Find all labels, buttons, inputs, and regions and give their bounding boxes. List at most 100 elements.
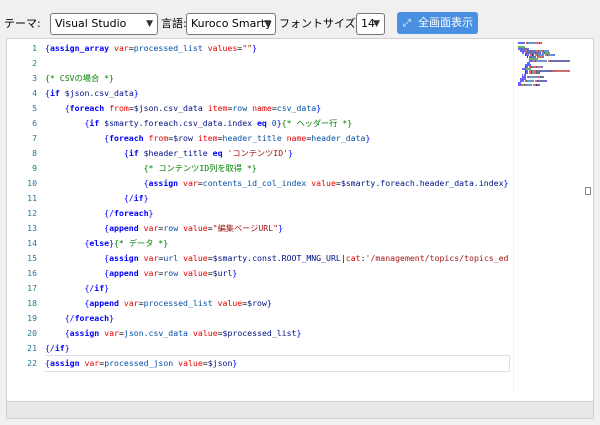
code-token: assign_array	[49, 43, 110, 53]
code-token: values	[207, 43, 238, 53]
code-token: $smarty.foreach.csv_data.index	[104, 118, 253, 128]
code-line[interactable]: {if $header_title eq 'コンテンツID'}	[45, 146, 509, 161]
minimap-token	[538, 72, 540, 74]
code-token: processed_json	[104, 358, 174, 368]
line-number: 3	[32, 73, 37, 83]
code-token: $processed_list	[222, 328, 297, 338]
line-number: 2	[32, 58, 37, 68]
code-token: }	[133, 88, 139, 98]
code-line[interactable]: {append var=row value=$url}	[45, 266, 509, 281]
line-number: 6	[32, 118, 37, 128]
code-line[interactable]: {/if}	[45, 281, 509, 296]
code-line[interactable]: {/foreach}	[45, 311, 509, 326]
language-select[interactable]: Kuroco Smarty ▼	[186, 13, 276, 35]
line-number: 5	[32, 103, 37, 113]
code-line[interactable]: {foreach from=$row item=header_title nam…	[45, 131, 509, 146]
code-token: item	[197, 133, 218, 143]
code-line[interactable]: {else}{* データ *}	[45, 236, 509, 251]
minimap-token	[518, 84, 522, 86]
line-number: 7	[32, 133, 37, 143]
language-select-value: Kuroco Smarty	[191, 17, 272, 30]
code-token: $json.csv_data	[64, 88, 134, 98]
minimap-token	[541, 42, 543, 44]
code-token: row	[163, 223, 179, 233]
code-token: assign	[49, 358, 80, 368]
code-line[interactable]: {assign var=url value=$smarty.const.ROOT…	[45, 251, 509, 266]
code-token: $url	[212, 268, 233, 278]
theme-select[interactable]: Visual Studio ▼	[50, 13, 158, 35]
line-number: 11	[27, 193, 37, 203]
code-line[interactable]: {/if}	[45, 341, 509, 356]
code-line[interactable]: {* コンテンツID列を取得 *}	[45, 161, 509, 176]
code-token: }	[365, 133, 371, 143]
minimap[interactable]	[513, 39, 593, 401]
minimap-token	[527, 42, 536, 44]
code-line[interactable]: {assign var=contents_id_col_index value=…	[45, 176, 509, 191]
code-token: value	[178, 358, 203, 368]
theme-label: テーマ:	[4, 17, 41, 30]
minimap-token	[542, 76, 544, 78]
line-number-gutter: 1 2 3 4 5 6 7 8 9 10 11 12 13 14 15 16 17 18 19 20 21 22	[7, 39, 45, 401]
code-editor[interactable]: 1 2 3 4 5 6 7 8 9 10 11 12 13 14 15 16 17 18 19 20 21 22 {ass…	[6, 38, 594, 402]
code-token: item	[207, 103, 228, 113]
code-token: url	[163, 253, 179, 263]
code-token: csv_data	[276, 103, 317, 113]
code-token: if	[94, 283, 105, 293]
code-token: value	[183, 223, 208, 233]
line-number: 9	[32, 163, 37, 173]
font-size-select[interactable]: 14 ▼	[356, 13, 385, 35]
chevron-down-icon: ▼	[373, 19, 380, 29]
code-line[interactable]: {/foreach}	[45, 206, 509, 221]
code-line[interactable]	[45, 56, 509, 71]
code-line[interactable]: {if $smarty.foreach.csv_data.index eq 0}…	[45, 116, 509, 131]
code-token: {* データ *}	[114, 238, 169, 248]
code-line[interactable]: {assign var=json.csv_data value=$process…	[45, 326, 509, 341]
fullscreen-button[interactable]: ⤢ 全画面表示	[397, 12, 478, 34]
code-token: }	[316, 103, 322, 113]
line-number: 17	[27, 283, 37, 293]
code-token: processed_list	[143, 298, 213, 308]
code-token: append	[109, 268, 139, 278]
code-line[interactable]: {if $json.csv_data}	[45, 86, 509, 101]
code-token: $smarty.foreach.header_data.index	[340, 178, 504, 188]
code-area[interactable]: {assign_array var=processed_list values=…	[45, 39, 513, 401]
code-token: }	[143, 193, 149, 203]
line-number: 21	[27, 343, 37, 353]
code-token: var	[183, 178, 198, 188]
minimap-token	[542, 66, 544, 68]
code-token: var	[114, 43, 129, 53]
code-token: foreach	[74, 313, 110, 323]
code-token: foreach	[109, 133, 144, 143]
code-token: }	[296, 328, 302, 338]
code-line[interactable]: {append var=processed_list value=$row}	[45, 296, 509, 311]
code-line[interactable]: {foreach from=$json.csv_data item=row na…	[45, 101, 509, 116]
code-token: from	[148, 133, 169, 143]
line-number: 4	[32, 88, 37, 98]
editor-toolbar: テーマ: Visual Studio ▼ 言語: Kuroco Smarty ▼…	[0, 0, 600, 42]
code-token: {/	[64, 313, 75, 323]
horizontal-scrollbar[interactable]	[7, 393, 593, 401]
line-number: 13	[27, 223, 37, 233]
code-line[interactable]: {append var=row value="編集ページURL"}	[45, 221, 509, 236]
code-token: eq	[212, 148, 223, 158]
code-token: value	[311, 178, 336, 188]
code-token: }	[148, 208, 154, 218]
code-token: var	[104, 328, 119, 338]
code-token: $row	[247, 298, 267, 308]
code-line[interactable]: {assign var=processed_json value=$json}	[45, 355, 510, 372]
code-token: value	[217, 298, 243, 308]
code-token: foreach	[69, 103, 105, 113]
code-line[interactable]: {assign_array var=processed_list values=…	[45, 41, 509, 56]
code-token: cat	[345, 253, 361, 263]
code-token: assign	[109, 253, 139, 263]
code-line[interactable]: {* CSVの場合 *}	[45, 71, 509, 86]
code-token: value	[183, 253, 208, 263]
scrollbar-thumb[interactable]	[585, 187, 591, 195]
code-line[interactable]: {/if}	[45, 191, 509, 206]
code-token: if	[133, 193, 144, 203]
